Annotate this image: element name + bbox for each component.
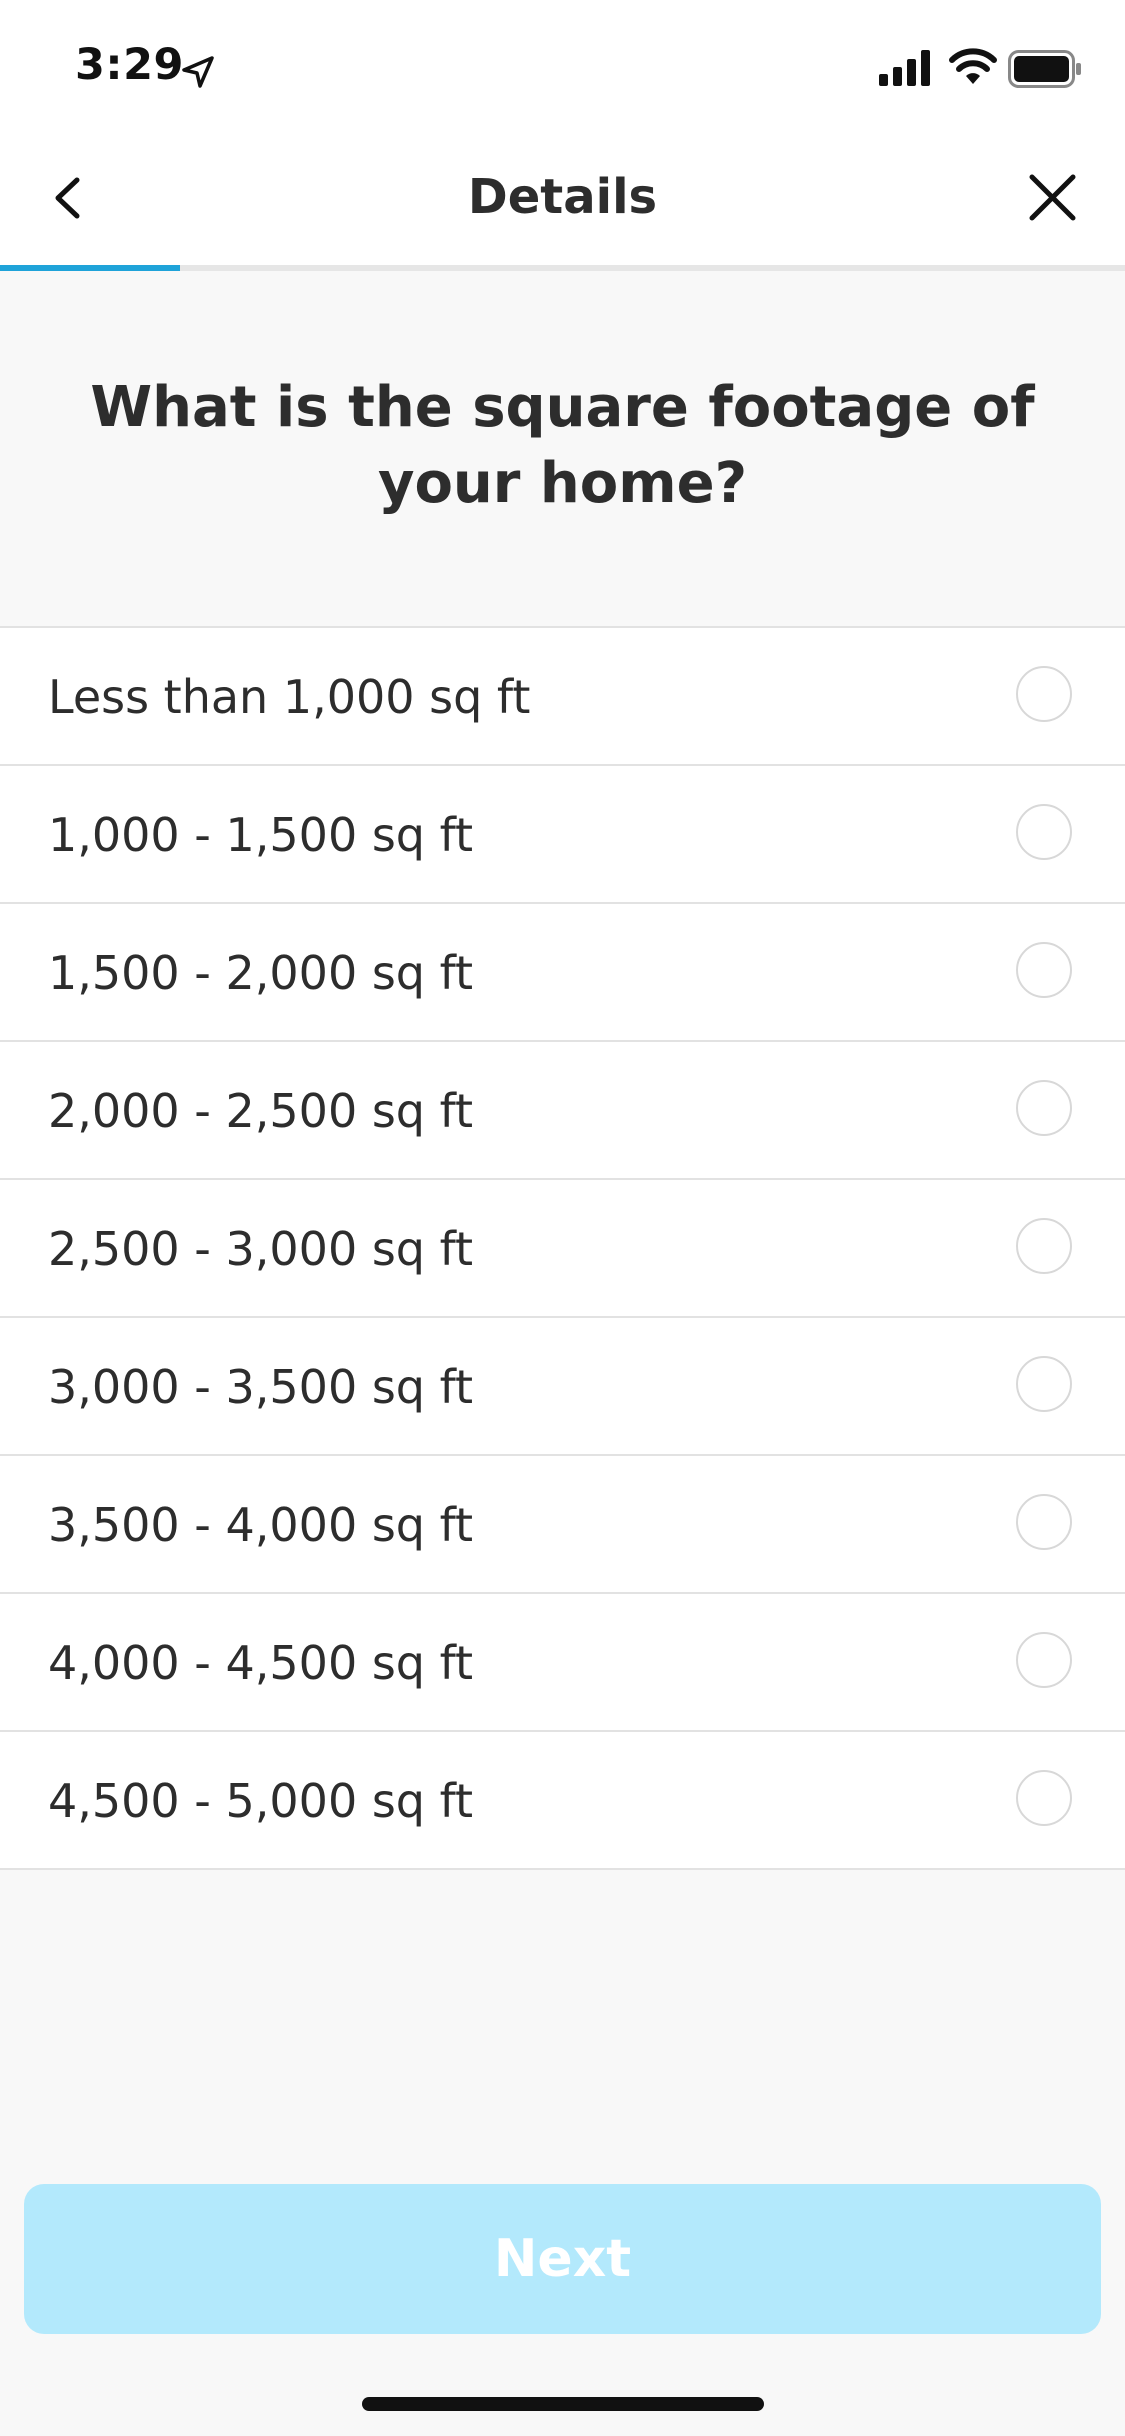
next-button[interactable]: Next: [24, 2184, 1101, 2334]
cellular-signal-icon: [879, 50, 930, 86]
options-list: Less than 1,000 sq ft 1,000 - 1,500 sq ft…: [0, 626, 1125, 1870]
location-arrow-icon: [182, 56, 214, 88]
wifi-icon: [949, 48, 997, 84]
nav-bar: Details: [0, 135, 1125, 265]
radio-button[interactable]: [1016, 1218, 1072, 1274]
option-label: 1,000 - 1,500 sq ft: [48, 808, 474, 862]
option-row[interactable]: 3,500 - 4,000 sq ft: [0, 1456, 1125, 1594]
option-row[interactable]: 1,500 - 2,000 sq ft: [0, 904, 1125, 1042]
option-label: 2,500 - 3,000 sq ft: [48, 1222, 474, 1276]
option-row[interactable]: 4,500 - 5,000 sq ft: [0, 1732, 1125, 1870]
close-button[interactable]: [1015, 160, 1090, 235]
radio-button[interactable]: [1016, 804, 1072, 860]
option-label: 3,000 - 3,500 sq ft: [48, 1360, 474, 1414]
radio-button[interactable]: [1016, 666, 1072, 722]
option-row[interactable]: 2,500 - 3,000 sq ft: [0, 1180, 1125, 1318]
battery-icon: [1008, 50, 1081, 88]
option-label: 2,000 - 2,500 sq ft: [48, 1084, 474, 1138]
status-time: 3:29: [75, 40, 184, 90]
progress-bar-fill: [0, 265, 180, 271]
radio-button[interactable]: [1016, 942, 1072, 998]
radio-button[interactable]: [1016, 1770, 1072, 1826]
radio-button[interactable]: [1016, 1356, 1072, 1412]
next-button-label: Next: [493, 2229, 632, 2289]
radio-button[interactable]: [1016, 1080, 1072, 1136]
chevron-left-icon: [55, 177, 80, 219]
option-row[interactable]: 1,000 - 1,500 sq ft: [0, 766, 1125, 904]
option-label: Less than 1,000 sq ft: [48, 670, 531, 724]
option-label: 1,500 - 2,000 sq ft: [48, 946, 474, 1000]
option-row[interactable]: 4,000 - 4,500 sq ft: [0, 1594, 1125, 1732]
home-indicator: [362, 2397, 764, 2411]
option-label: 4,000 - 4,500 sq ft: [48, 1636, 474, 1690]
option-row[interactable]: 3,000 - 3,500 sq ft: [0, 1318, 1125, 1456]
page-title: Details: [467, 169, 658, 225]
radio-button[interactable]: [1016, 1632, 1072, 1688]
option-label: 3,500 - 4,000 sq ft: [48, 1498, 474, 1552]
option-label: 4,500 - 5,000 sq ft: [48, 1774, 474, 1828]
close-icon: [1029, 174, 1076, 221]
question-heading: What is the square footage of your home?: [90, 375, 1035, 516]
back-button[interactable]: [30, 160, 105, 235]
status-bar: 3:29: [0, 0, 1125, 135]
progress-bar: [0, 265, 1125, 271]
radio-button[interactable]: [1016, 1494, 1072, 1550]
option-row[interactable]: Less than 1,000 sq ft: [0, 628, 1125, 766]
option-row[interactable]: 2,000 - 2,500 sq ft: [0, 1042, 1125, 1180]
